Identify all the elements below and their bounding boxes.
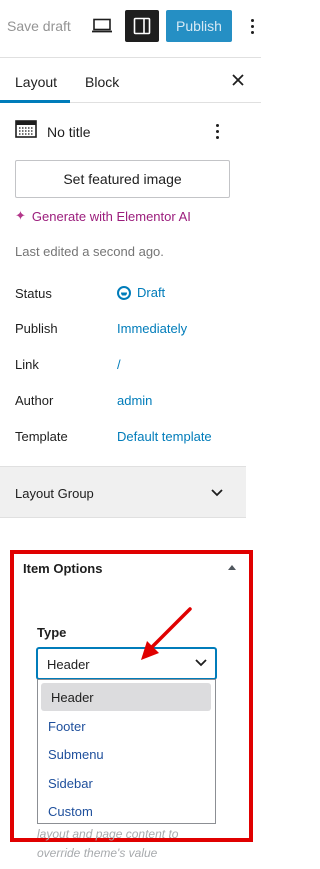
help-text-line: override theme's value bbox=[37, 846, 158, 860]
item-options-title[interactable]: Item Options bbox=[23, 561, 102, 576]
generate-with-ai-link[interactable]: ✦ Generate with Elementor AI bbox=[15, 208, 191, 224]
type-option-custom[interactable]: Custom bbox=[38, 797, 215, 825]
chevron-down-icon bbox=[195, 659, 207, 667]
type-label: Type bbox=[37, 625, 67, 640]
settings-sidebar-toggle[interactable] bbox=[125, 10, 159, 42]
divider bbox=[0, 517, 246, 518]
sparkle-icon: ✦ bbox=[15, 208, 26, 223]
sidebar-icon bbox=[133, 17, 151, 35]
tab-layout[interactable]: Layout bbox=[15, 74, 57, 90]
annotation-arrow-icon bbox=[141, 607, 192, 660]
ai-link-label: Generate with Elementor AI bbox=[31, 208, 191, 224]
publish-button[interactable]: Publish bbox=[166, 10, 232, 42]
help-text-line: layout and page content to bbox=[37, 827, 179, 841]
template-button[interactable]: Default template bbox=[117, 429, 212, 444]
save-draft-button[interactable]: Save draft bbox=[7, 18, 71, 34]
tab-block[interactable]: Block bbox=[85, 74, 119, 90]
last-edited-text: Last edited a second ago. bbox=[15, 244, 164, 259]
permalink-button[interactable]: / bbox=[117, 357, 121, 372]
template-label: Template bbox=[15, 429, 68, 444]
author-button[interactable]: admin bbox=[117, 393, 152, 408]
type-option-header[interactable]: Header bbox=[41, 683, 211, 711]
type-option-submenu[interactable]: Submenu bbox=[38, 740, 215, 768]
status-value: Draft bbox=[137, 285, 166, 300]
layout-document-icon bbox=[15, 120, 37, 138]
set-featured-image-button[interactable]: Set featured image bbox=[15, 160, 230, 198]
link-label: Link bbox=[15, 357, 39, 372]
author-label: Author bbox=[15, 393, 54, 408]
preview-button[interactable] bbox=[88, 12, 116, 40]
caret-up-icon[interactable] bbox=[227, 563, 237, 571]
post-title: No title bbox=[47, 124, 91, 140]
type-select-value: Header bbox=[47, 657, 90, 672]
chevron-down-icon bbox=[211, 489, 223, 497]
draft-status-icon bbox=[117, 285, 131, 300]
type-option-sidebar[interactable]: Sidebar bbox=[38, 769, 215, 797]
publish-label: Publish bbox=[15, 321, 58, 336]
editor-toolbar: Save draft Publish bbox=[0, 0, 261, 52]
layout-group-title: Layout Group bbox=[15, 486, 94, 501]
divider bbox=[0, 57, 261, 58]
help-text: layout and page content to override them… bbox=[37, 825, 217, 863]
type-option-footer[interactable]: Footer bbox=[38, 712, 215, 740]
close-icon[interactable] bbox=[230, 72, 246, 88]
laptop-icon bbox=[92, 18, 112, 33]
more-options-icon[interactable] bbox=[244, 14, 260, 38]
publish-date-button[interactable]: Immediately bbox=[117, 321, 187, 336]
status-value-button[interactable]: Draft bbox=[117, 285, 165, 300]
post-actions-icon[interactable] bbox=[211, 122, 223, 140]
status-label: Status bbox=[15, 286, 52, 301]
active-tab-indicator bbox=[0, 100, 70, 103]
